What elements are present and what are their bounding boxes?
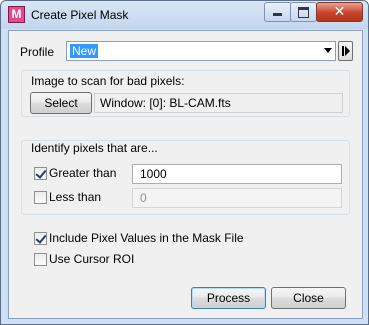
play-arrow-icon — [345, 46, 350, 56]
dialog-body: Profile New Image to scan for bad pixels… — [8, 30, 363, 319]
app-icon-letter: M — [11, 7, 22, 21]
greater-than-checkbox[interactable] — [34, 167, 47, 180]
check-icon — [35, 167, 47, 179]
close-button[interactable]: Close — [271, 287, 346, 309]
identify-heading: Identify pixels that are... — [31, 141, 158, 155]
process-button[interactable]: Process — [191, 287, 266, 309]
minimize-button[interactable] — [264, 2, 292, 22]
title-bar[interactable]: M Create Pixel Mask ✕ — [1, 1, 368, 29]
greater-than-input[interactable]: 1000 — [132, 164, 342, 184]
greater-than-label: Greater than — [49, 166, 117, 180]
chevron-down-icon — [324, 48, 332, 53]
scan-heading: Image to scan for bad pixels: — [31, 74, 185, 88]
minimize-icon — [273, 13, 282, 16]
next-profile-icon — [342, 46, 344, 56]
include-pixel-values-label: Include Pixel Values in the Mask File — [49, 231, 244, 245]
less-than-input[interactable]: 0 — [132, 188, 342, 208]
check-icon — [35, 232, 47, 244]
close-icon: ✕ — [333, 3, 346, 19]
dialog-window: M Create Pixel Mask ✕ Profile New Image … — [0, 0, 369, 325]
window-readout: Window: [0]: BL-CAM.fts — [94, 93, 343, 113]
pixel-mask-app-icon[interactable]: M — [8, 6, 25, 23]
use-cursor-roi-label: Use Cursor ROI — [49, 252, 135, 266]
less-than-label: Less than — [49, 190, 102, 204]
less-than-checkbox[interactable] — [34, 191, 47, 204]
maximize-button[interactable] — [290, 2, 317, 22]
include-pixel-values-checkbox[interactable] — [34, 232, 47, 245]
select-button[interactable]: Select — [30, 92, 92, 114]
profile-dropdown[interactable]: New — [66, 41, 336, 61]
close-window-button[interactable]: ✕ — [316, 2, 363, 22]
maximize-icon — [298, 7, 309, 18]
use-cursor-roi-checkbox[interactable] — [34, 253, 47, 266]
window-title: Create Pixel Mask — [31, 8, 129, 22]
profile-next-button[interactable] — [338, 41, 353, 61]
profile-selected-value: New — [70, 44, 99, 58]
profile-label: Profile — [20, 45, 55, 59]
